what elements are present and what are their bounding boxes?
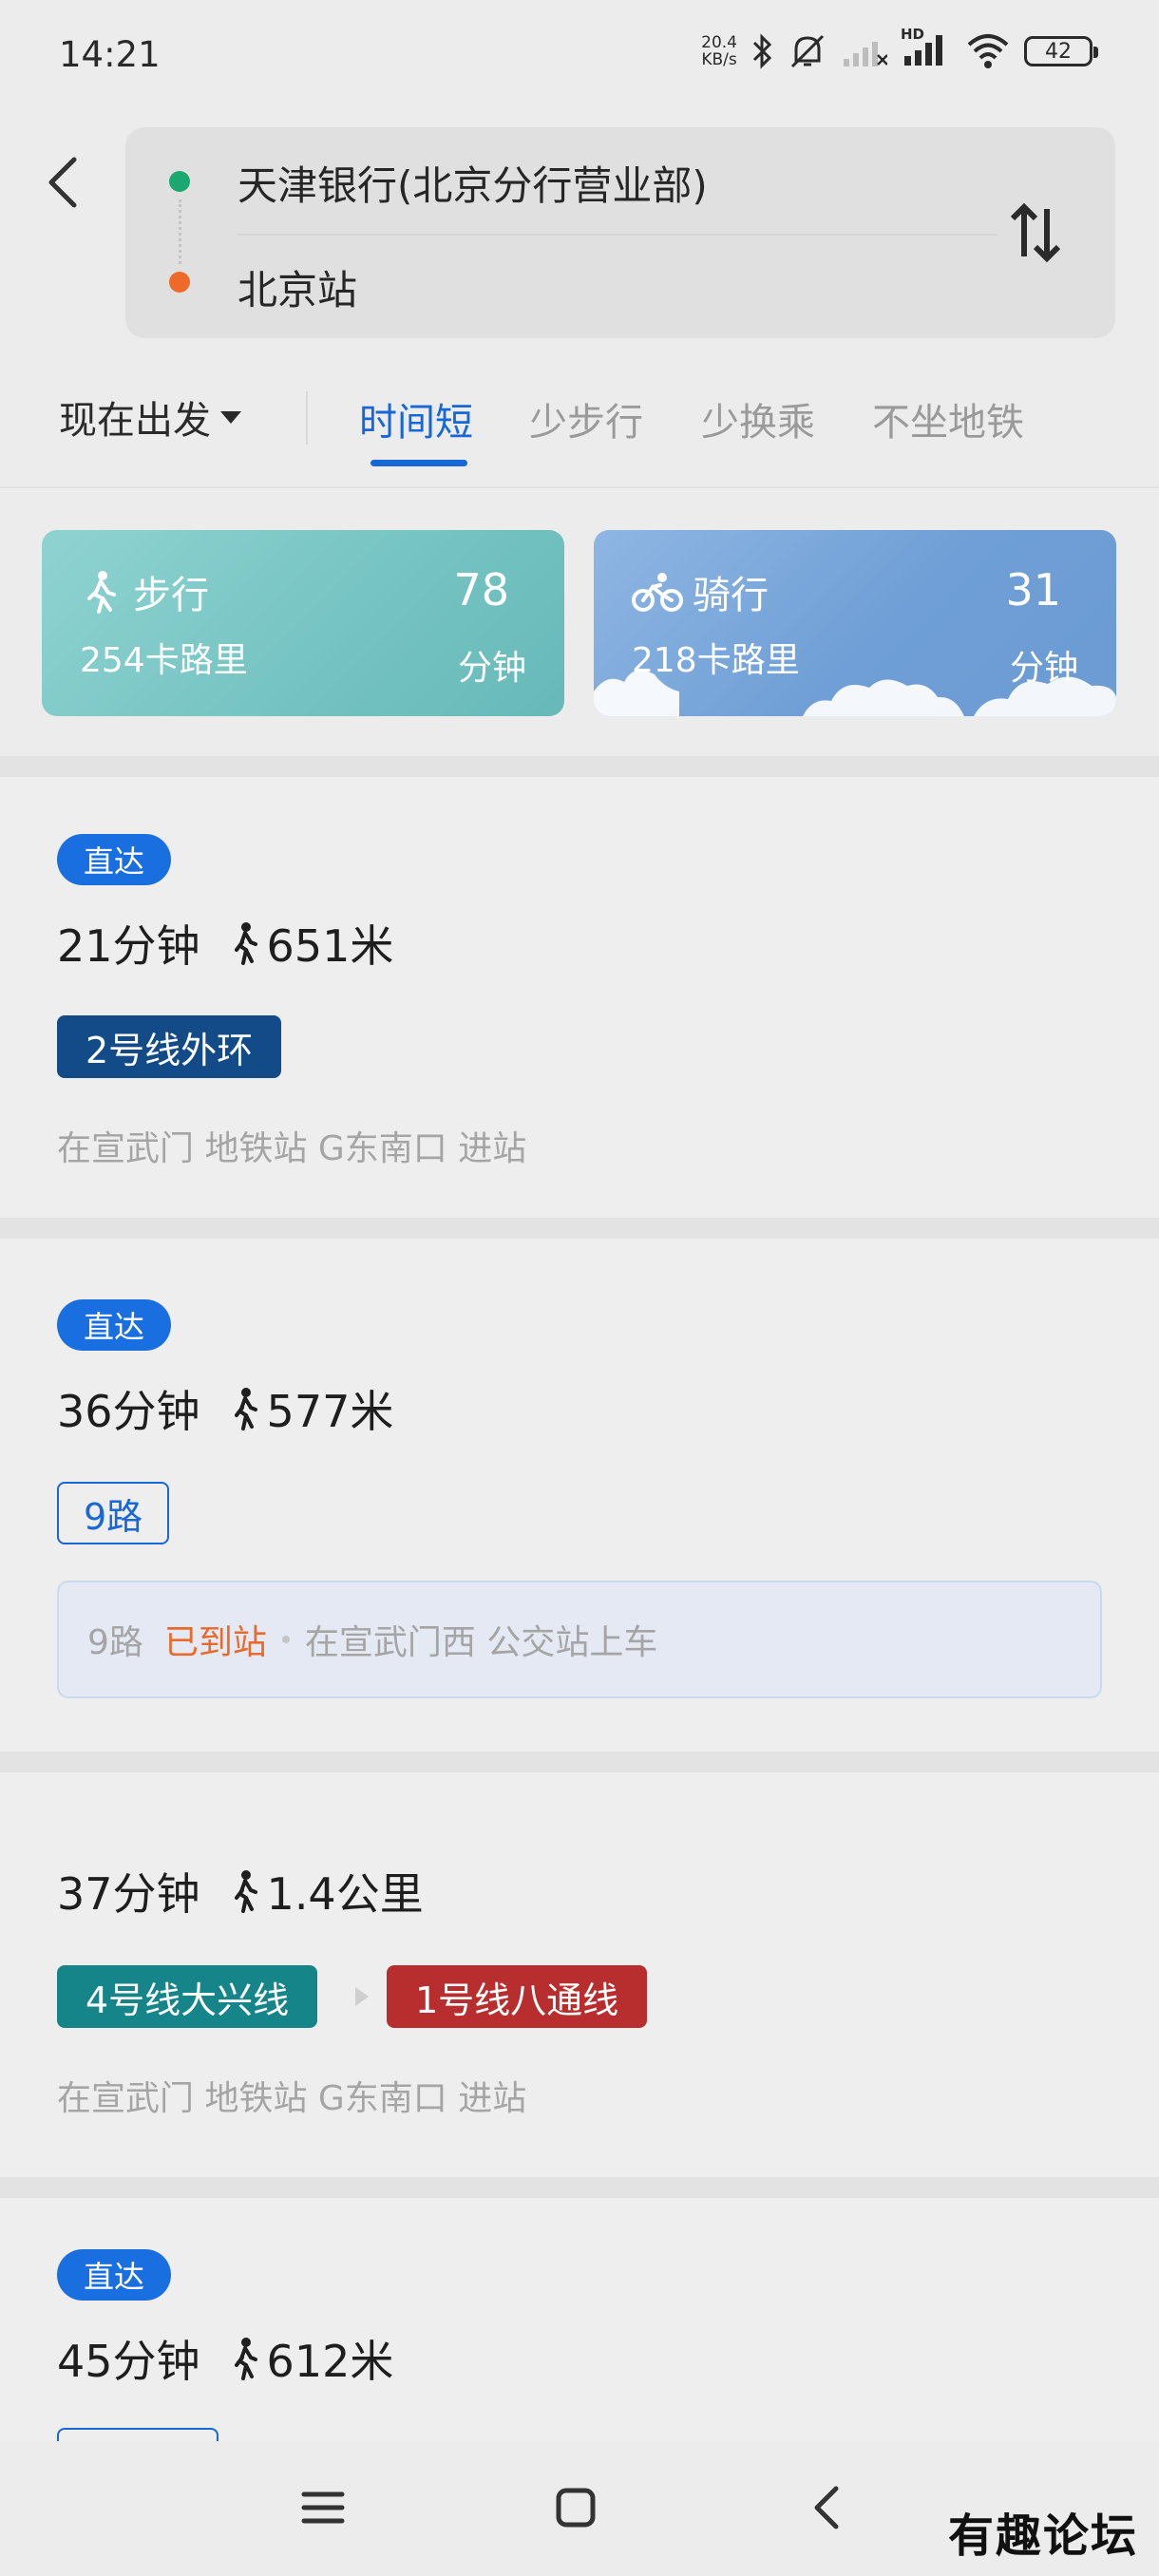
plan-card-4[interactable] — [0, 2198, 1159, 2445]
battery-indicator: 42 — [1024, 36, 1098, 66]
plan-walk-distance: 651米 — [266, 920, 394, 972]
depart-time-label: 现在出发 — [59, 399, 211, 443]
signal-sim2: HD — [901, 26, 952, 69]
header-divider — [0, 486, 1159, 488]
tab-less-walking[interactable]: 少步行 — [529, 391, 643, 446]
net-speed-unit: KB/s — [701, 50, 737, 69]
signal-sim1-icon — [844, 42, 887, 66]
walk-duration-unit: 分钟 — [457, 649, 526, 688]
walk-calories: 254卡路里 — [80, 641, 248, 680]
menu-icon[interactable] — [294, 2479, 352, 2536]
plan-summary: 36分钟 577米 — [57, 1377, 393, 1440]
destination-field[interactable]: 北京站 — [238, 258, 357, 316]
back-nav-icon[interactable] — [800, 2479, 857, 2536]
boarding-hint: 在宣武门 地铁站 G东南口 进站 — [57, 1129, 527, 1168]
back-arrow-icon[interactable] — [38, 152, 91, 213]
subway-line-tag: 2号线外环 — [57, 1015, 282, 1078]
section-gap — [0, 756, 1159, 777]
wifi-icon — [967, 34, 1009, 68]
direct-badge: 直达 — [57, 2249, 171, 2301]
walk-icon — [234, 2338, 257, 2380]
origin-dot — [169, 171, 190, 192]
plan-walk-distance: 612米 — [266, 2336, 394, 2387]
subway-line-tag: 1号线八通线 — [387, 1965, 648, 2028]
direct-badge: 直达 — [57, 1299, 171, 1351]
depart-time-dropdown[interactable]: 现在出发 — [59, 389, 241, 445]
plan-duration: 37分钟 — [57, 1868, 200, 1920]
direct-badge: 直达 — [57, 834, 171, 885]
route-connector — [179, 199, 181, 264]
bluetooth-icon — [752, 33, 772, 69]
section-gap — [0, 1752, 1159, 1772]
bus-route: 9路 — [87, 1623, 143, 1662]
section-gap — [0, 1218, 1159, 1239]
bus-arrived-status: 已到站 — [163, 1623, 267, 1662]
bike-mode-label: 骑行 — [693, 574, 769, 617]
bus-status-box[interactable]: 9路 已到站 在宣武门西 公交站上车 — [57, 1581, 1102, 1698]
home-icon[interactable] — [547, 2479, 604, 2536]
tab-shortest-time[interactable]: 时间短 — [359, 391, 473, 446]
forum-watermark: 有趣论坛 — [947, 2510, 1138, 2563]
hd-label: HD — [901, 26, 925, 43]
walk-mode-card[interactable]: 步行 254卡路里 78 分钟 — [42, 530, 564, 716]
subway-line-tag: 4号线大兴线 — [57, 1965, 318, 2028]
clouds-decoration — [594, 670, 1116, 716]
boarding-hint: 在宣武门 地铁站 G东南口 进站 — [57, 2079, 527, 2118]
plan-walk-distance: 1.4公里 — [266, 1868, 424, 1920]
plan-summary: 45分钟 612米 — [57, 2327, 393, 2390]
walk-icon — [234, 1870, 257, 1913]
plan-duration: 21分钟 — [57, 920, 200, 972]
transfer-arrow-icon — [355, 1987, 369, 2006]
origin-field[interactable]: 天津银行(北京分行营业部) — [238, 154, 708, 212]
separator-dot — [281, 1636, 290, 1643]
section-gap — [0, 2177, 1159, 2198]
tab-no-subway[interactable]: 不坐地铁 — [872, 391, 1024, 446]
caret-down-icon — [220, 410, 241, 424]
net-speed: 20.4 KB/s — [701, 34, 737, 68]
system-navigation-bar: 有趣论坛 — [0, 2441, 1159, 2576]
walk-duration: 78 — [453, 564, 509, 616]
destination-dot — [169, 272, 190, 293]
swap-direction-icon[interactable] — [1007, 201, 1064, 264]
bus-boarding-hint: 在宣武门西 公交站上车 — [304, 1623, 658, 1662]
walk-mode-label: 步行 — [133, 574, 209, 617]
bike-mode-card[interactable]: 骑行 218卡路里 31 分钟 — [594, 530, 1116, 716]
plan-walk-distance: 577米 — [266, 1386, 394, 1437]
plan-summary: 21分钟 651米 — [57, 912, 393, 975]
tab-fewer-transfers[interactable]: 少换乘 — [701, 391, 815, 446]
walk-icon — [234, 1388, 257, 1430]
plan-duration: 45分钟 — [57, 2336, 200, 2387]
bicycle-icon — [632, 573, 683, 612]
active-tab-indicator — [370, 460, 467, 466]
plan-duration: 36分钟 — [57, 1386, 200, 1437]
status-time: 14:21 — [59, 34, 161, 75]
net-speed-value: 20.4 — [701, 33, 737, 52]
mute-bell-icon — [790, 34, 825, 68]
bus-line-tag: 9路 — [57, 1482, 170, 1544]
bike-duration: 31 — [1005, 564, 1061, 616]
walk-icon — [87, 571, 116, 614]
plan-summary: 37分钟 1.4公里 — [57, 1860, 424, 1923]
status-icons: 20.4 KB/s HD 42 — [701, 26, 1098, 70]
walk-icon — [234, 922, 257, 965]
filter-separator — [306, 391, 308, 445]
route-divider — [238, 234, 998, 236]
